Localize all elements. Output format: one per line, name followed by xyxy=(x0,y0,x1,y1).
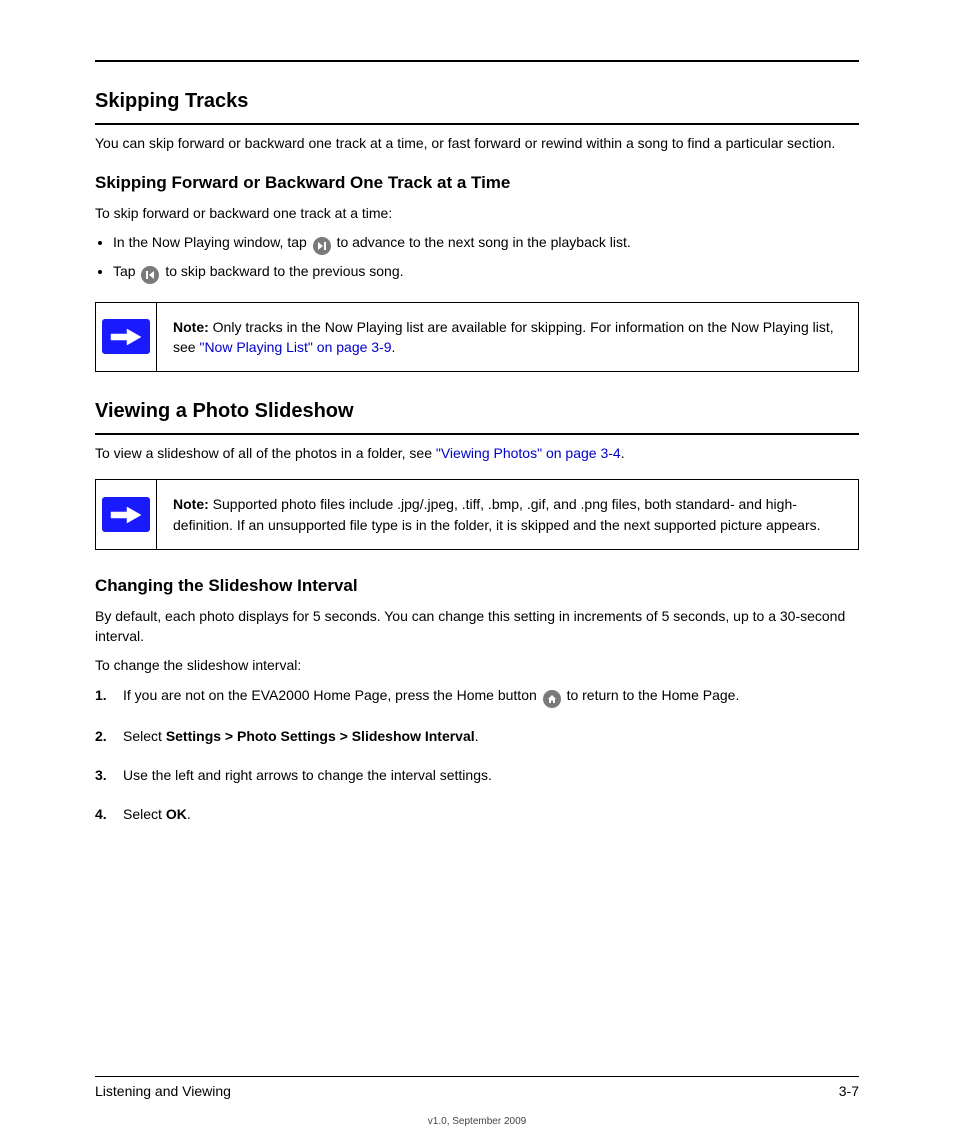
footer-rule xyxy=(95,1076,859,1077)
interval-intro: By default, each photo displays for 5 se… xyxy=(95,606,859,647)
interval-steps: If you are not on the EVA2000 Home Page,… xyxy=(95,685,859,825)
section-rule-1 xyxy=(95,123,859,125)
note-skipping: Note: Only tracks in the Now Playing lis… xyxy=(95,302,859,373)
step-2: Select Settings > Photo Settings > Slide… xyxy=(95,726,859,747)
link-viewing-photos[interactable]: "Viewing Photos" on page 3-4 xyxy=(436,445,621,461)
note-text-slideshow: Note: Supported photo files include .jpg… xyxy=(157,480,858,549)
footer-left: Listening and Viewing xyxy=(95,1083,231,1099)
arrow-right-icon xyxy=(102,319,150,354)
section-title-slideshow: Viewing a Photo Slideshow xyxy=(95,400,859,423)
version-text: v1.0, September 2009 xyxy=(0,1116,954,1127)
note-text-skipping: Note: Only tracks in the Now Playing lis… xyxy=(157,303,858,372)
step-1: If you are not on the EVA2000 Home Page,… xyxy=(95,685,859,708)
step-3: Use the left and right arrows to change … xyxy=(95,765,859,786)
bullet-skip-forward: In the Now Playing window, tap to advanc… xyxy=(113,232,859,255)
document-page: Skipping Tracks You can skip forward or … xyxy=(0,0,954,1145)
bullet-skip-back: Tap to skip backward to the previous son… xyxy=(113,261,859,284)
arrow-right-icon xyxy=(102,497,150,532)
step-4: Select OK. xyxy=(95,804,859,825)
sub-title-interval: Changing the Slideshow Interval xyxy=(95,576,859,596)
note-slideshow: Note: Supported photo files include .jpg… xyxy=(95,479,859,550)
skipping-intro: You can skip forward or backward one tra… xyxy=(95,133,859,153)
section-rule-2 xyxy=(95,433,859,435)
skip-lead: To skip forward or backward one track at… xyxy=(95,203,859,223)
section-title-skipping: Skipping Tracks xyxy=(95,90,859,113)
sub-title-skip-one: Skipping Forward or Backward One Track a… xyxy=(95,173,859,193)
note-icon-cell-2 xyxy=(96,480,157,549)
skip-next-icon xyxy=(313,237,331,255)
note-icon-cell xyxy=(96,303,157,372)
skip-bullets: In the Now Playing window, tap to advanc… xyxy=(95,232,859,284)
page-footer: Listening and Viewing 3-7 xyxy=(95,1068,859,1099)
header-rule xyxy=(95,60,859,62)
home-icon xyxy=(543,690,561,708)
footer-right: 3-7 xyxy=(839,1083,859,1099)
slideshow-intro: To view a slideshow of all of the photos… xyxy=(95,443,859,463)
skip-prev-icon xyxy=(141,266,159,284)
interval-lead: To change the slideshow interval: xyxy=(95,655,859,675)
link-now-playing[interactable]: "Now Playing List" on page 3-9 xyxy=(199,339,391,355)
